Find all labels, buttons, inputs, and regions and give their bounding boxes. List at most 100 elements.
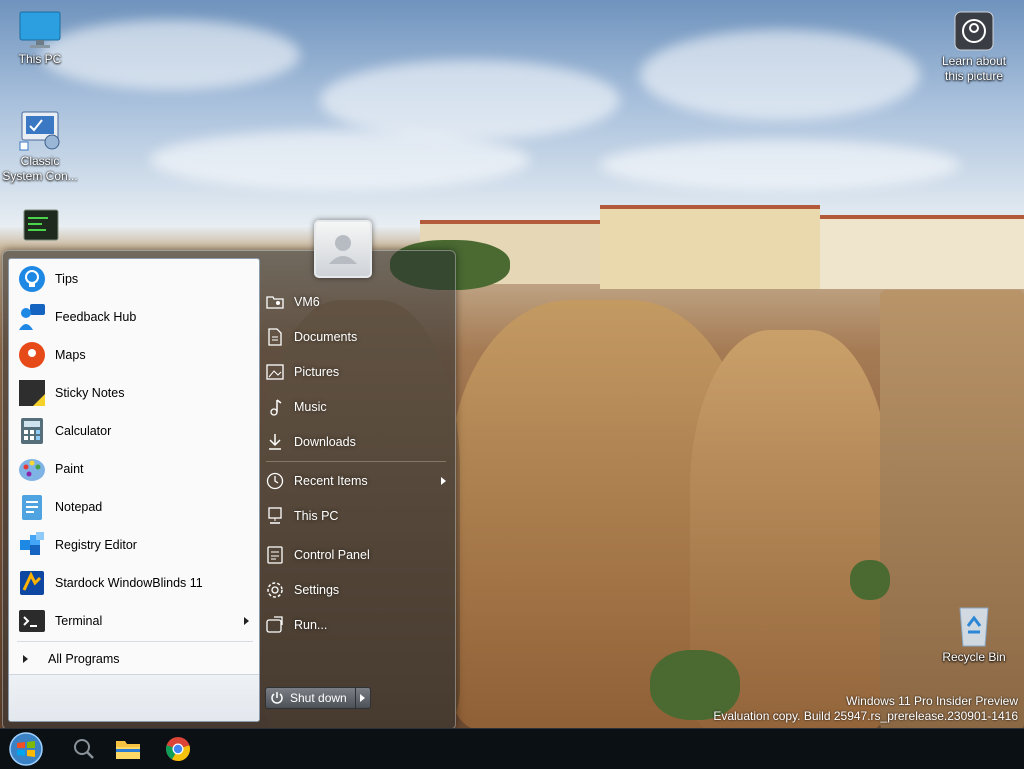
- start-orb-icon: [9, 732, 43, 766]
- right-item-control-panel[interactable]: Control Panel: [266, 541, 446, 569]
- right-item-label: VM6: [294, 295, 320, 309]
- chevron-right-icon: [360, 694, 366, 702]
- right-item-music[interactable]: Music: [266, 393, 446, 421]
- watermark-line-2: Evaluation copy. Build 25947.rs_prerelea…: [713, 709, 1018, 723]
- sticky-note-icon: [19, 380, 45, 406]
- registry-editor-icon: [20, 532, 44, 555]
- shutdown-options-button[interactable]: [355, 687, 371, 709]
- right-item-documents[interactable]: Documents: [266, 323, 446, 351]
- shutdown-group: Shut down: [265, 687, 371, 709]
- right-item-label: Settings: [294, 583, 340, 597]
- computer-icon: [268, 507, 282, 524]
- user-avatar[interactable]: [314, 220, 372, 278]
- program-sticky-notes[interactable]: Sticky Notes: [13, 375, 253, 411]
- all-programs-button[interactable]: All Programs: [17, 647, 253, 671]
- desktop-icon-learn-about-picture[interactable]: Learn about this picture: [934, 10, 1014, 84]
- submenu-arrow-icon: [244, 617, 249, 625]
- paint-palette-icon: [19, 459, 45, 481]
- desktop-icon-this-pc[interactable]: This PC: [0, 10, 80, 67]
- taskbar-chrome-button[interactable]: [158, 729, 198, 769]
- program-maps[interactable]: Maps: [13, 337, 253, 373]
- right-item-vm6[interactable]: VM6: [266, 288, 446, 316]
- shutdown-button[interactable]: Shut down: [265, 687, 356, 709]
- right-item-label: Music: [294, 400, 327, 414]
- right-item-recent-items[interactable]: Recent Items: [266, 467, 446, 495]
- program-label: Calculator: [55, 424, 112, 438]
- search-icon: [74, 739, 94, 759]
- search-area: [9, 674, 259, 721]
- program-label: Paint: [55, 462, 84, 476]
- control-panel-icon: [267, 546, 283, 564]
- program-label: Tips: [55, 272, 79, 286]
- power-icon: [271, 692, 283, 704]
- right-pane-divider: [266, 461, 446, 462]
- desktop-icon-recycle-bin[interactable]: Recycle Bin: [934, 604, 1014, 665]
- right-item-label: Downloads: [294, 435, 356, 449]
- program-tips[interactable]: Tips: [13, 261, 253, 297]
- document-icon: [268, 328, 282, 346]
- right-item-label: Documents: [294, 330, 358, 344]
- music-note-icon: [270, 399, 282, 416]
- program-calculator[interactable]: Calculator: [13, 413, 253, 449]
- program-windowblinds[interactable]: Stardock WindowBlinds 11: [13, 565, 253, 601]
- chevron-right-icon: [23, 655, 28, 663]
- right-item-run[interactable]: Run...: [266, 611, 446, 639]
- start-menu-programs-pane: Tips Feedback Hub Maps Sticky Notes Calc…: [8, 258, 260, 722]
- notepad-icon: [22, 495, 42, 520]
- desktop-icon-label: This PC: [18, 52, 62, 66]
- control-panel-icon: [19, 111, 60, 151]
- program-notepad[interactable]: Notepad: [13, 489, 253, 525]
- right-item-downloads[interactable]: Downloads: [266, 428, 446, 456]
- all-programs-label: All Programs: [48, 652, 120, 666]
- shutdown-label: Shut down: [290, 691, 347, 705]
- terminal-icon: [19, 610, 45, 632]
- run-icon: [266, 616, 283, 633]
- terminal-shortcut-icon: [23, 209, 59, 241]
- user-folder-icon: [266, 296, 284, 309]
- program-label: Registry Editor: [55, 538, 137, 552]
- desktop-icon-label: Recycle Bin: [942, 650, 1006, 664]
- monitor-icon: [19, 11, 61, 48]
- desktop-icon-terminal-shortcut[interactable]: [0, 208, 80, 250]
- user-silhouette-icon: [329, 235, 357, 264]
- file-explorer-icon: [116, 741, 140, 759]
- chrome-icon: [166, 737, 190, 761]
- program-label: Notepad: [55, 500, 103, 514]
- recycle-bin-icon: [959, 607, 989, 647]
- picture-icon: [266, 364, 284, 380]
- taskbar: [0, 728, 1024, 769]
- program-label: Feedback Hub: [55, 310, 137, 324]
- right-item-label: Recent Items: [294, 474, 368, 488]
- program-label: Sticky Notes: [55, 386, 125, 400]
- desktop-icon-label: Classic System Con...: [2, 154, 78, 183]
- program-terminal[interactable]: Terminal: [13, 603, 253, 639]
- right-item-pictures[interactable]: Pictures: [266, 358, 446, 386]
- right-item-this-pc[interactable]: This PC: [266, 502, 446, 530]
- right-item-label: Run...: [294, 618, 328, 632]
- program-label: Terminal: [55, 614, 103, 628]
- right-item-label: Control Panel: [294, 548, 370, 562]
- right-item-settings[interactable]: Settings: [266, 576, 446, 604]
- feedback-hub-icon: [19, 304, 45, 330]
- right-item-label: Pictures: [294, 365, 340, 379]
- program-label: Stardock WindowBlinds 11: [55, 576, 203, 590]
- gear-icon: [267, 582, 283, 598]
- programs-divider: [17, 641, 253, 642]
- program-label: Maps: [55, 348, 86, 362]
- download-icon: [269, 434, 281, 450]
- clock-icon: [266, 472, 284, 490]
- watermark-line-1: Windows 11 Pro Insider Preview: [846, 694, 1018, 708]
- lightbulb-icon: [19, 266, 45, 292]
- program-registry-editor[interactable]: Registry Editor: [13, 527, 253, 563]
- desktop-icon-classic-system-control[interactable]: Classic System Con...: [0, 108, 80, 184]
- map-pin-icon: [19, 342, 45, 368]
- program-feedback-hub[interactable]: Feedback Hub: [13, 299, 253, 335]
- taskbar-search-button[interactable]: [64, 729, 104, 769]
- taskbar-file-explorer-button[interactable]: [108, 729, 148, 769]
- start-button[interactable]: [6, 729, 46, 769]
- submenu-arrow-icon: [441, 477, 446, 485]
- windowblinds-icon: [20, 571, 44, 595]
- build-watermark: Windows 11 Pro Insider Preview Evaluatio…: [713, 694, 1018, 724]
- program-paint[interactable]: Paint: [13, 451, 253, 487]
- calculator-icon: [21, 418, 43, 444]
